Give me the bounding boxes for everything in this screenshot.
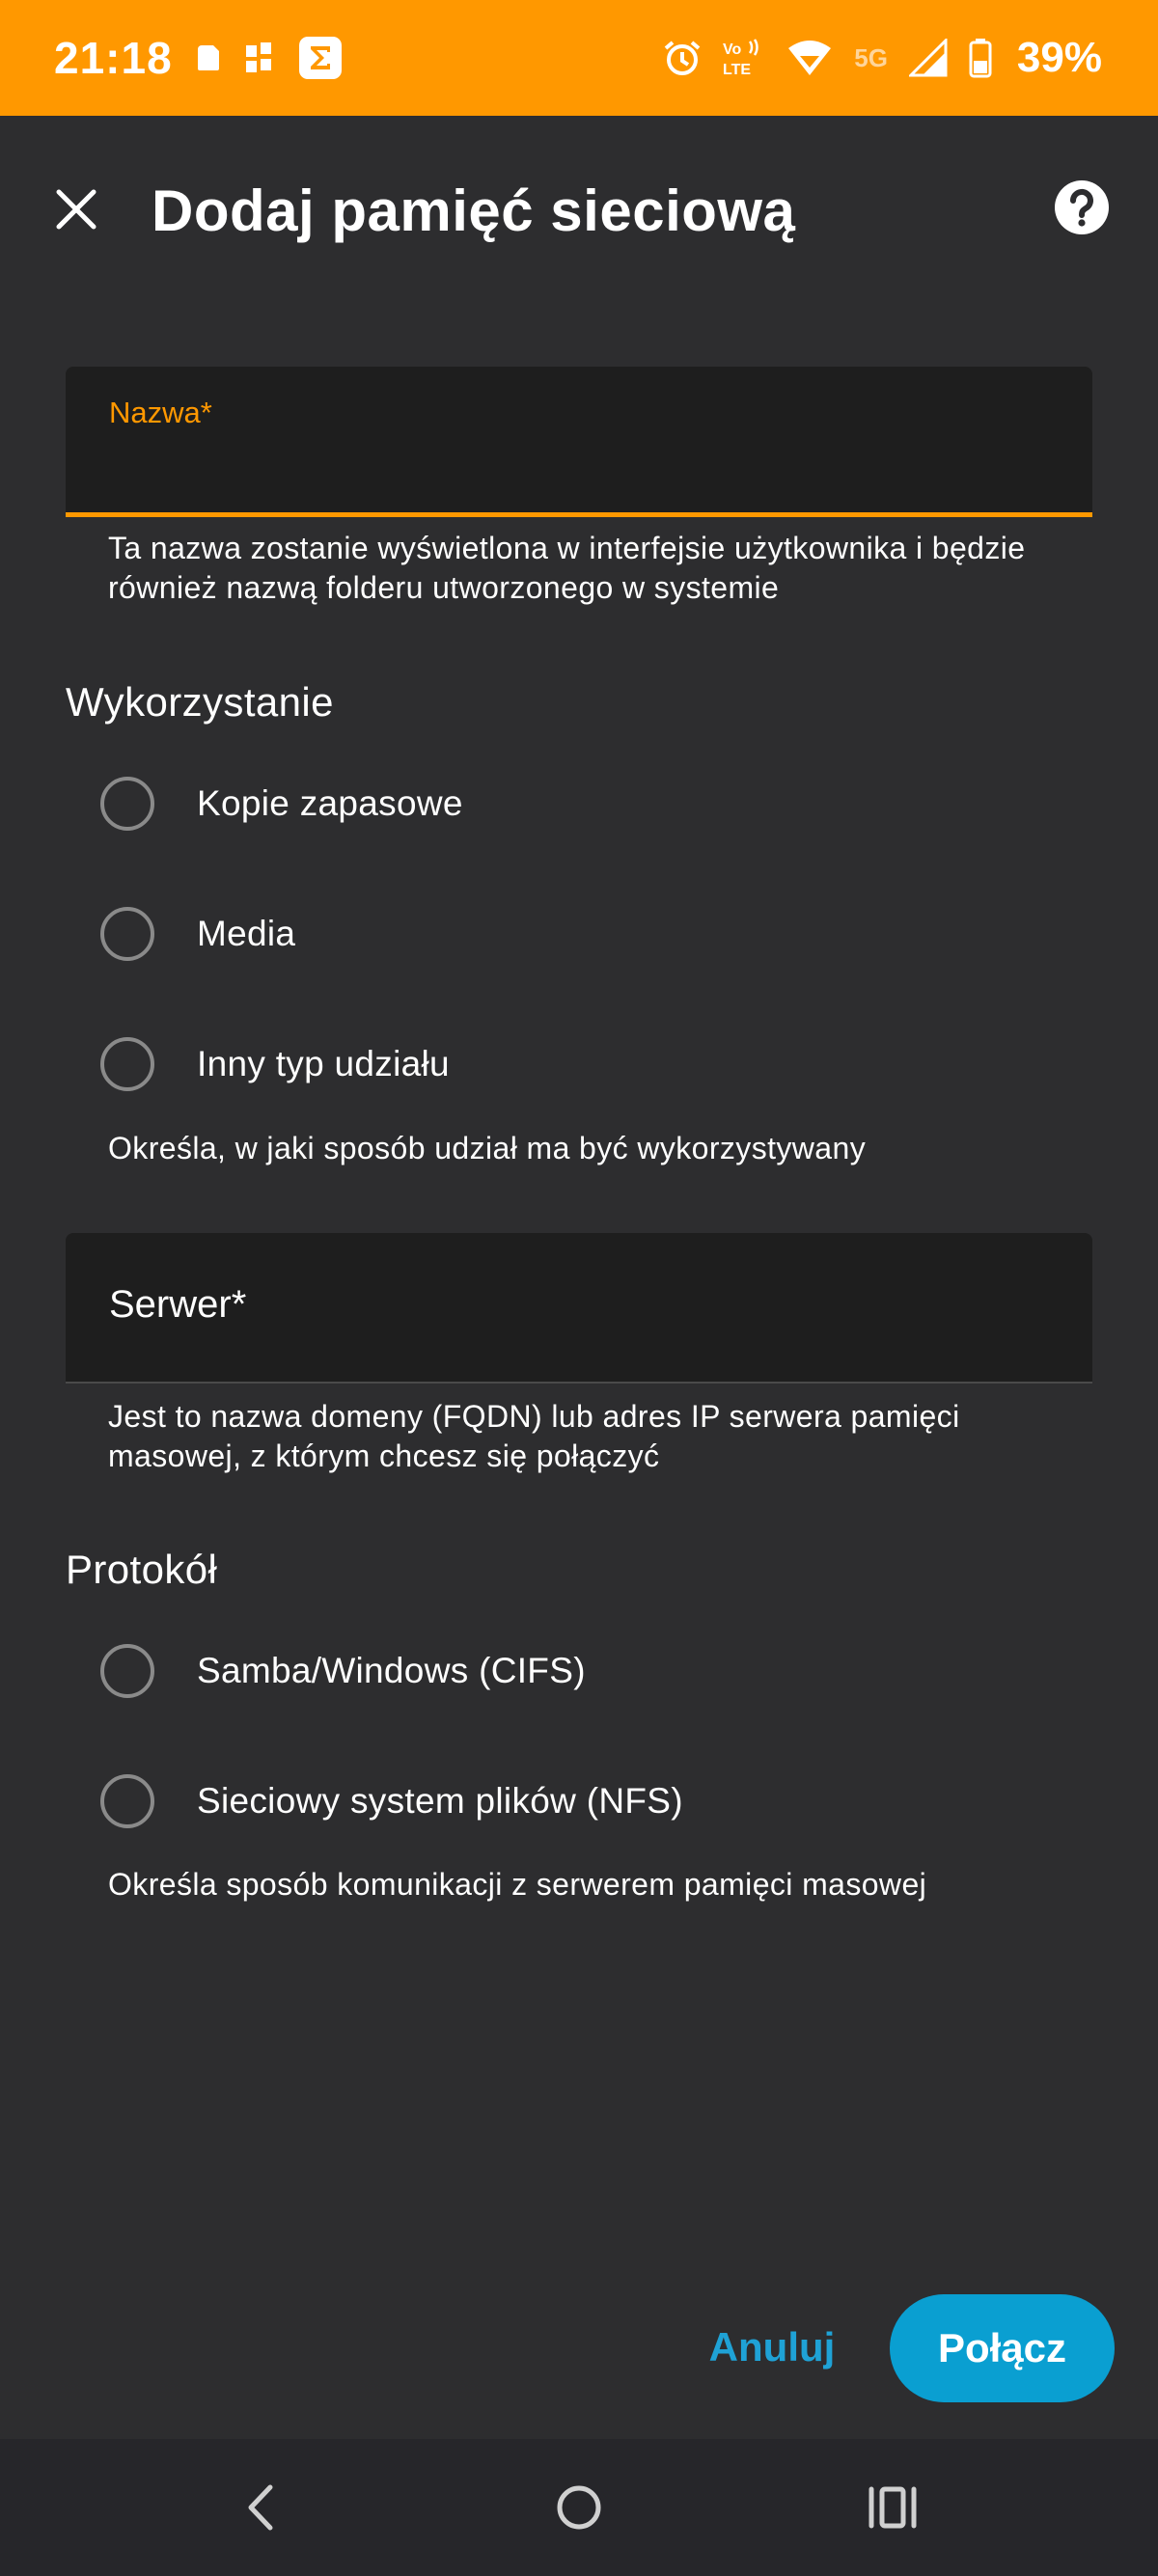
server-field[interactable]: Serwer* — [66, 1233, 1092, 1384]
name-field-helper: Ta nazwa zostanie wyświetlona w interfej… — [108, 531, 1026, 605]
battery-level: 39% — [1016, 34, 1102, 81]
wifi-icon — [786, 39, 833, 77]
radio-label: Inny typ udziału — [197, 1044, 450, 1083]
svg-text:Vo: Vo — [723, 41, 741, 58]
recents-icon — [868, 2486, 917, 2529]
radio-usage-other[interactable]: Inny typ udziału — [100, 1030, 450, 1098]
status-left: 21:18 — [54, 32, 343, 84]
app-header: Dodaj pamięć sieciową — [0, 116, 1158, 305]
status-time: 21:18 — [54, 33, 173, 83]
alarm-icon — [663, 39, 702, 77]
close-icon — [56, 189, 96, 230]
app-grid-icon — [244, 41, 275, 74]
name-field-label: Nazwa* — [109, 396, 212, 429]
radio-usage-backup[interactable]: Kopie zapasowe — [100, 770, 463, 837]
protocol-section-title: Protokół — [66, 1547, 218, 1592]
status-bar: 21:18 Vo LTE 5G 39% — [0, 0, 1158, 116]
radio-button[interactable] — [100, 1644, 154, 1698]
server-field-label: Serwer* — [109, 1283, 247, 1326]
back-icon — [248, 2484, 273, 2531]
nav-home-button[interactable] — [511, 2439, 647, 2576]
radio-label: Media — [197, 914, 296, 953]
sim-card-icon — [196, 43, 221, 72]
connect-button[interactable]: Połącz — [890, 2294, 1115, 2402]
radio-button[interactable] — [100, 777, 154, 831]
close-button[interactable] — [46, 179, 106, 239]
radio-button[interactable] — [100, 1037, 154, 1091]
radio-protocol-nfs[interactable]: Sieciowy system plików (NFS) — [100, 1768, 683, 1835]
protocol-helper: Określa sposób komunikacji z serwerem pa… — [108, 1867, 927, 1902]
nav-recents-button[interactable] — [825, 2439, 960, 2576]
radio-label: Kopie zapasowe — [197, 783, 463, 823]
radio-label: Sieciowy system plików (NFS) — [197, 1781, 683, 1821]
svg-text:LTE: LTE — [723, 62, 751, 78]
navigation-bar — [0, 2439, 1158, 2576]
page-title: Dodaj pamięć sieciową — [152, 178, 796, 243]
help-button[interactable] — [1054, 179, 1110, 235]
name-field[interactable]: Nazwa* — [66, 367, 1092, 517]
home-icon — [557, 2485, 601, 2530]
server-field-helper: Jest to nazwa domeny (FQDN) lub adres IP… — [108, 1399, 960, 1473]
cancel-button[interactable]: Anuluj — [695, 2309, 849, 2386]
battery-icon — [969, 38, 992, 78]
radio-protocol-cifs[interactable]: Samba/Windows (CIFS) — [100, 1637, 586, 1705]
usage-helper: Określa, w jaki sposób udział ma być wyk… — [108, 1131, 867, 1165]
volte-icon: Vo LTE — [723, 38, 765, 78]
status-right: Vo LTE 5G 39% — [663, 34, 1102, 82]
radio-button[interactable] — [100, 907, 154, 961]
help-icon — [1055, 180, 1109, 234]
radio-usage-media[interactable]: Media — [100, 900, 295, 968]
cell-signal-icon — [908, 39, 948, 77]
network-type: 5G — [854, 42, 888, 72]
radio-button[interactable] — [100, 1774, 154, 1828]
radio-label: Samba/Windows (CIFS) — [197, 1651, 586, 1690]
usage-section-title: Wykorzystanie — [66, 679, 334, 725]
sigma-app-icon — [298, 36, 343, 80]
nav-back-button[interactable] — [195, 2439, 330, 2576]
